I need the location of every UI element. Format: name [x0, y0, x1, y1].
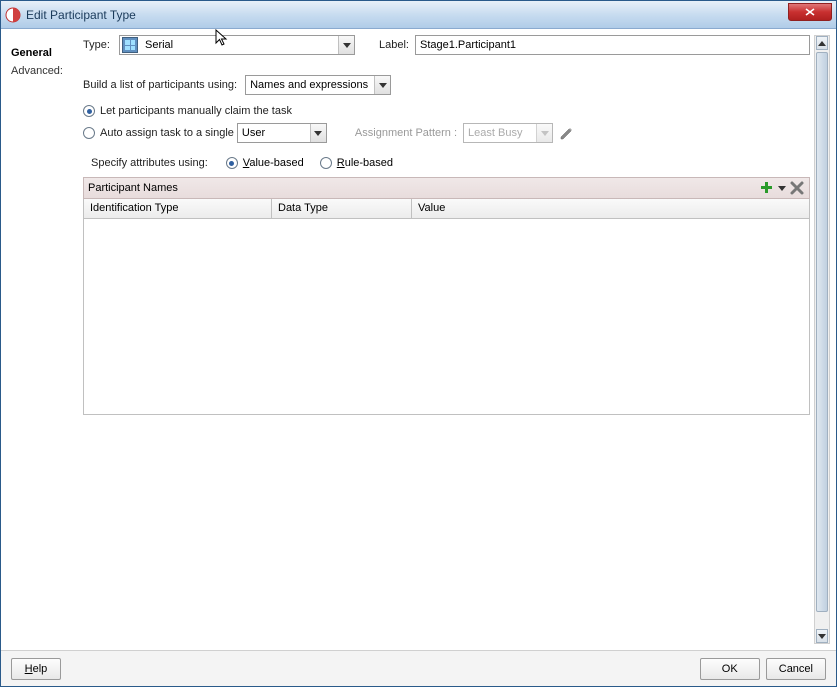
chevron-down-icon	[536, 124, 552, 142]
sidebar-item-advanced[interactable]: Advanced:	[7, 63, 77, 79]
label-label: Label:	[379, 39, 409, 51]
main-area: General Advanced: Type: Serial Label:	[1, 29, 836, 650]
type-combo[interactable]: Serial	[119, 35, 355, 55]
radio-rule-based[interactable]	[320, 157, 332, 169]
auto-assign-row: Auto assign task to a single User Assign…	[83, 123, 810, 143]
sidebar-item-general[interactable]: General	[7, 45, 77, 61]
vertical-scrollbar[interactable]	[814, 35, 830, 644]
participant-names-header: Participant Names	[83, 177, 810, 199]
cancel-button[interactable]: Cancel	[766, 658, 826, 680]
dialog-body: General Advanced: Type: Serial Label:	[1, 29, 836, 686]
col-value[interactable]: Value	[412, 199, 809, 218]
serial-icon	[122, 37, 138, 53]
add-button[interactable]	[759, 180, 775, 196]
radio-value-based-label: Value-based	[243, 157, 304, 169]
participant-names-title: Participant Names	[88, 182, 759, 194]
radio-value-based-wrap[interactable]: Value-based	[226, 157, 304, 169]
delete-button[interactable]	[789, 180, 805, 196]
assignment-value: Least Busy	[464, 127, 536, 139]
scrollbar-thumb[interactable]	[816, 52, 828, 612]
table-header: Identification Type Data Type Value	[84, 199, 809, 219]
help-button[interactable]: Help	[11, 658, 61, 680]
build-combo[interactable]: Names and expressions	[245, 75, 391, 95]
dialog-window: Edit Participant Type General Advanced: …	[0, 0, 837, 687]
chevron-down-icon	[374, 76, 390, 94]
app-icon	[5, 7, 21, 23]
radio-auto-label: Auto assign task to a single	[100, 127, 234, 139]
radio-manual-claim[interactable]	[83, 105, 95, 117]
content-panel: Type: Serial Label: Build a list of part…	[83, 35, 830, 644]
assignment-pattern-label: Assignment Pattern :	[355, 127, 457, 139]
build-row: Build a list of participants using: Name…	[83, 75, 810, 95]
dialog-footer: Help OK Cancel	[1, 650, 836, 686]
type-label: Type:	[83, 39, 119, 51]
radio-manual-label: Let participants manually claim the task	[100, 105, 292, 117]
participant-table: Identification Type Data Type Value	[83, 199, 810, 415]
col-data-type[interactable]: Data Type	[272, 199, 412, 218]
radio-auto-assign[interactable]	[83, 127, 95, 139]
assignment-pattern-combo: Least Busy	[463, 123, 553, 143]
sidebar: General Advanced:	[7, 35, 77, 644]
label-input[interactable]	[415, 35, 810, 55]
type-row: Type: Serial Label:	[83, 35, 810, 55]
close-button[interactable]	[788, 3, 832, 21]
type-value: Serial	[141, 39, 338, 51]
radio-rule-based-wrap[interactable]: Rule-based	[320, 157, 393, 169]
col-identification-type[interactable]: Identification Type	[84, 199, 272, 218]
titlebar: Edit Participant Type	[1, 1, 836, 29]
radio-rule-based-label: Rule-based	[337, 157, 393, 169]
chevron-down-icon	[338, 36, 354, 54]
edit-pencil-icon[interactable]	[559, 125, 575, 141]
chevron-down-icon	[310, 124, 326, 142]
build-label: Build a list of participants using:	[83, 79, 237, 91]
auto-target-value: User	[238, 127, 310, 139]
specify-row: Specify attributes using: Value-based Ru…	[83, 157, 810, 169]
manual-claim-row: Let participants manually claim the task	[83, 105, 810, 117]
radio-value-based[interactable]	[226, 157, 238, 169]
add-dropdown[interactable]	[778, 186, 786, 191]
scroll-down-icon[interactable]	[816, 629, 828, 643]
specify-label: Specify attributes using:	[91, 157, 208, 169]
scroll-up-icon[interactable]	[816, 36, 828, 50]
ok-button[interactable]: OK	[700, 658, 760, 680]
dialog-title: Edit Participant Type	[26, 8, 136, 22]
build-value: Names and expressions	[246, 79, 374, 91]
auto-assign-target-combo[interactable]: User	[237, 123, 327, 143]
